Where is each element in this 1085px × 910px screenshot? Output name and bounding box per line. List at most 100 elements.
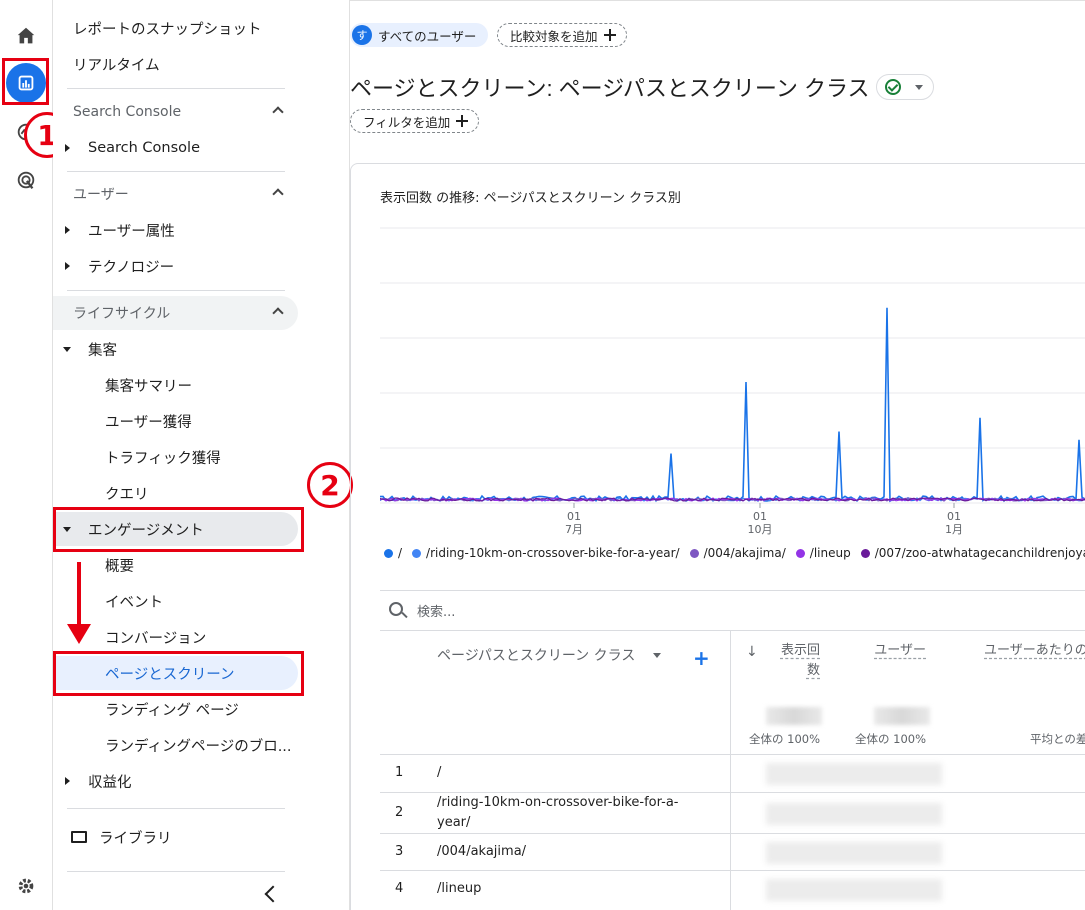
search-placeholder: 検索... [417, 605, 456, 620]
metric-header-per-user[interactable]: ユーザーあたりの [984, 641, 1085, 661]
legend-item[interactable]: /007/zoo-atwhatagecanchildrenjoyatzoo/ [860, 546, 1085, 560]
folder-icon [71, 831, 87, 843]
section-search-console[interactable]: Search Console [53, 95, 298, 129]
nav-acquisition-summary[interactable]: 集客サマリー [53, 368, 298, 402]
row-number: 4 [395, 881, 404, 896]
total-views-label: 全体の 100% [749, 732, 821, 746]
redacted-values [766, 879, 942, 901]
nav-library[interactable]: ライブラリ [53, 820, 172, 854]
nav-monetization[interactable]: 収益化 [53, 764, 298, 798]
home-icon[interactable] [6, 16, 46, 56]
chart-title: 表示回数 の推移: ページパスとスクリーン クラス別 [380, 191, 681, 206]
engagement-highlight-box [53, 507, 304, 552]
page-title: ページとスクリーン: ページパスとスクリーン クラス [350, 76, 870, 101]
nav-acquisition[interactable]: 集客 [53, 332, 298, 366]
segment-chip-all-users[interactable]: す すべてのユーザー [350, 23, 489, 47]
chart-x-ticks: 017月0110月011月 [565, 503, 963, 535]
legend-item[interactable]: /lineup [795, 546, 851, 560]
row-path[interactable]: /lineup [437, 879, 481, 899]
legend-dot [795, 548, 805, 558]
search-icon [389, 602, 403, 616]
red-arrow [77, 562, 81, 630]
section-label: ユーザー [73, 187, 129, 203]
legend-label: /004/akajima/ [703, 546, 786, 560]
dimension-column-header[interactable]: ページパスとスクリーン クラス [437, 645, 635, 665]
add-dimension-button[interactable]: + [693, 646, 710, 670]
chart-legend: / /riding-10km-on-crossover-bike-for-a-ye… [384, 546, 1085, 560]
legend-dot [689, 548, 699, 558]
nav-events[interactable]: イベント [53, 584, 298, 618]
legend-item[interactable]: /riding-10km-on-crossover-bike-for-a-yea… [412, 546, 680, 560]
nav-landing-page[interactable]: ランディング ページ [53, 692, 298, 726]
x-tick-day: 01 [753, 510, 767, 523]
reports-highlight-box [2, 58, 49, 105]
legend-dot [860, 548, 870, 558]
row-number: 3 [395, 844, 404, 859]
caret-right-icon [65, 226, 70, 234]
legend-item[interactable]: / [384, 546, 402, 560]
redacted-values [766, 803, 942, 825]
x-tick-month: 7月 [565, 523, 583, 535]
top-border [350, 0, 1085, 1]
redacted-values [766, 763, 942, 785]
report-sidebar: レポートのスナップショット リアルタイム Search Console Sear… [53, 0, 350, 910]
table-row[interactable]: 3 /004/akajima/ [380, 833, 1085, 870]
x-tick-day: 01 [947, 510, 961, 523]
divider [67, 290, 285, 291]
nav-user-acquisition[interactable]: ユーザー獲得 [53, 404, 298, 438]
nav-overview[interactable]: 概要 [53, 548, 298, 582]
section-label: Search Console [73, 104, 182, 120]
advertising-icon[interactable] [6, 160, 46, 200]
add-comparison-label: 比較対象を追加 [510, 28, 598, 44]
chart-grid [380, 227, 1085, 504]
legend-label: / [398, 546, 403, 560]
section-user[interactable]: ユーザー [53, 177, 298, 211]
section-label: ライフサイクル [73, 306, 171, 322]
segment-label: すべてのユーザー [378, 28, 477, 44]
main-content: す すべてのユーザー 比較対象を追加 ページとスクリーン: ページパスとスクリー… [350, 0, 1085, 910]
nav-search-console[interactable]: Search Console [53, 131, 298, 165]
divider [67, 808, 285, 809]
segment-avatar: す [352, 25, 372, 45]
table-search[interactable]: 検索... [380, 590, 1085, 630]
nav-label: 集客 [88, 342, 117, 359]
legend-item[interactable]: /004/akajima/ [689, 546, 786, 560]
caret-right-icon [65, 777, 70, 785]
nav-snapshot[interactable]: レポートのスナップショット [53, 11, 298, 45]
table-row[interactable]: 1 / [380, 754, 1085, 792]
table-top-border [380, 630, 1085, 631]
sort-arrow-icon[interactable]: ↓ [746, 644, 758, 660]
nav-landing-blog[interactable]: ランディングページのブロ... [53, 728, 298, 762]
metric-header-users[interactable]: ユーザー [870, 641, 926, 661]
add-filter-button[interactable]: フィルタを追加 [350, 109, 480, 133]
data-quality-chip[interactable] [876, 74, 934, 100]
chevron-down-icon[interactable] [653, 653, 661, 658]
caret-right-icon [65, 262, 70, 270]
section-lifecycle[interactable]: ライフサイクル [53, 296, 298, 330]
chevron-down-icon [915, 85, 923, 90]
nav-technology[interactable]: テクノロジー [53, 249, 298, 283]
collapse-sidebar-icon[interactable] [264, 885, 282, 903]
nav-user-attributes[interactable]: ユーザー属性 [53, 213, 298, 247]
nav-realtime[interactable]: リアルタイム [53, 47, 298, 81]
gear-icon[interactable] [6, 866, 46, 906]
nav-traffic-acquisition[interactable]: トラフィック獲得 [53, 440, 298, 474]
add-comparison-button[interactable]: 比較対象を追加 [497, 23, 627, 47]
nav-query[interactable]: クエリ [53, 476, 298, 510]
nav-label: Search Console [88, 140, 200, 156]
row-path[interactable]: /riding-10km-on-crossover-bike-for-a-yea… [437, 793, 707, 833]
redacted-total [766, 707, 822, 725]
metric-header-views[interactable]: 表示回数 [776, 641, 820, 681]
legend-label: /riding-10km-on-crossover-bike-for-a-yea… [426, 546, 680, 560]
red-arrow-head [67, 624, 91, 644]
table-row[interactable]: 4 /lineup [380, 870, 1085, 910]
chart-lines [380, 307, 1085, 503]
table-row[interactable]: 2 /riding-10km-on-crossover-bike-for-a-y… [380, 792, 1085, 833]
row-path[interactable]: / [437, 763, 441, 783]
annotation-number-2: 2 [307, 462, 353, 508]
pages-highlight-box [53, 651, 304, 696]
total-avg-label: 平均との差 [1030, 732, 1085, 746]
x-tick-day: 01 [567, 510, 581, 523]
row-path[interactable]: /004/akajima/ [437, 842, 526, 862]
divider [67, 88, 285, 89]
